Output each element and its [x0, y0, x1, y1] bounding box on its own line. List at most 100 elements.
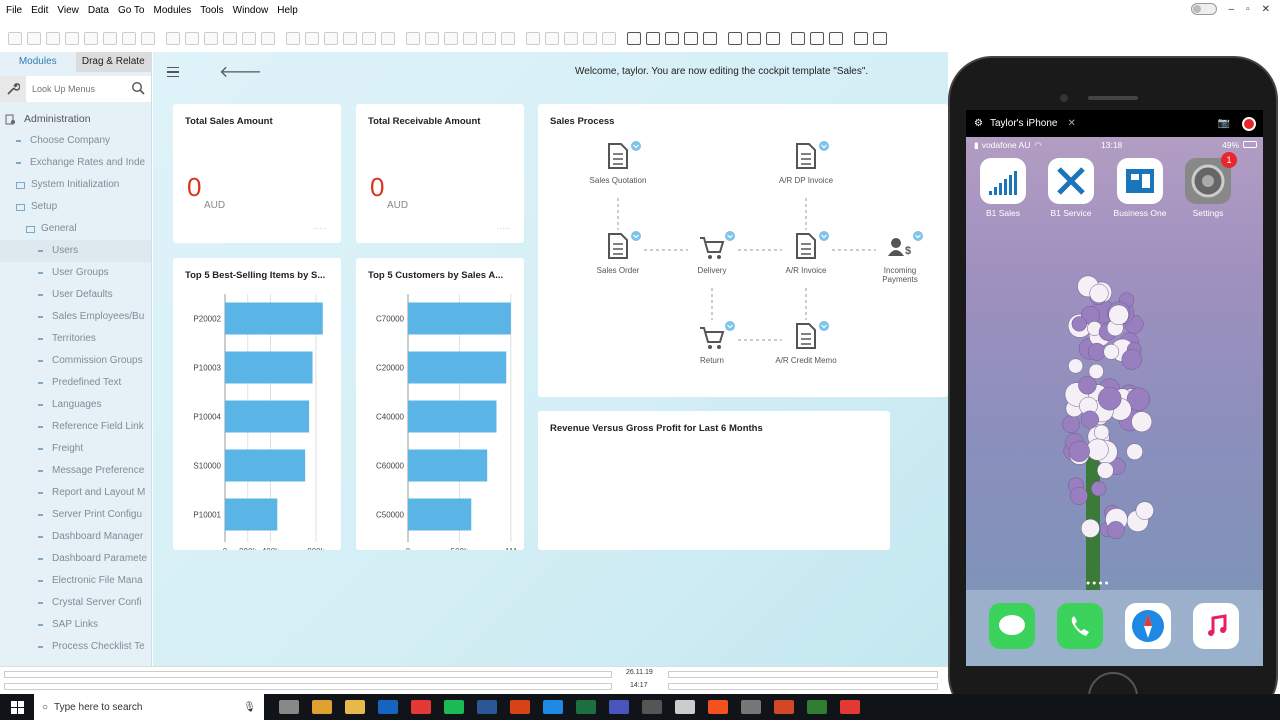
- link-icon[interactable]: [501, 31, 515, 45]
- tree-item-server-print-configu[interactable]: Server Print Configu: [0, 504, 151, 526]
- layout-icon[interactable]: [526, 31, 540, 45]
- drag-icon[interactable]: [854, 31, 868, 45]
- toggle-switch[interactable]: [1190, 3, 1217, 15]
- kpi-card-total-sales[interactable]: Total Sales Amount 0 AUD ·····: [173, 104, 341, 243]
- bar[interactable]: [408, 498, 472, 531]
- nav-first-icon[interactable]: [305, 31, 319, 45]
- move-icon[interactable]: [185, 31, 199, 45]
- chevron-down-icon[interactable]: [631, 141, 641, 151]
- calculator-icon[interactable]: [766, 31, 780, 45]
- tree-item-report-and-layout-m[interactable]: Report and Layout M: [0, 482, 151, 504]
- chevron-down-icon[interactable]: [725, 321, 735, 331]
- store-icon[interactable]: [311, 700, 332, 714]
- hamburger-menu-icon[interactable]: [167, 67, 179, 77]
- minimize-button[interactable]: –: [1229, 4, 1235, 15]
- tree-item-freight[interactable]: Freight: [0, 438, 151, 460]
- teams-icon[interactable]: [608, 700, 629, 714]
- menu-item-modules[interactable]: Modules: [153, 5, 191, 16]
- spotify-icon[interactable]: [443, 700, 464, 714]
- tree-item-process-checklist-te[interactable]: Process Checklist Te: [0, 636, 151, 658]
- tree-item-setup[interactable]: Setup: [0, 196, 151, 218]
- first-icon[interactable]: [8, 31, 22, 45]
- task-view-icon[interactable]: [278, 700, 299, 714]
- cart-icon[interactable]: [700, 327, 725, 349]
- copy-from-icon[interactable]: [646, 31, 660, 45]
- tree-item-system-initialization[interactable]: System Initialization: [0, 174, 151, 196]
- chevron-down-icon[interactable]: [819, 231, 829, 241]
- messages-icon[interactable]: [989, 603, 1035, 649]
- dollar-document-icon[interactable]: [796, 233, 816, 259]
- menu-item-go-to[interactable]: Go To: [118, 5, 145, 16]
- tree-item-languages[interactable]: Languages: [0, 394, 151, 416]
- ui-icon[interactable]: [829, 31, 843, 45]
- preview-icon[interactable]: [46, 31, 60, 45]
- dollar-document-icon[interactable]: [796, 143, 816, 169]
- record-icon[interactable]: [1242, 117, 1256, 131]
- more-dots-icon[interactable]: ·····: [497, 224, 510, 233]
- next-icon[interactable]: [242, 31, 256, 45]
- bar[interactable]: [225, 498, 278, 531]
- chrome-icon[interactable]: [410, 700, 431, 714]
- wifi-icon[interactable]: [542, 700, 563, 714]
- tree-item-reference-field-link[interactable]: Reference Field Link: [0, 416, 151, 438]
- tree-item-users[interactable]: Users: [0, 240, 151, 262]
- tree-item-sap-links[interactable]: SAP Links: [0, 614, 151, 636]
- relate-icon[interactable]: [545, 31, 559, 45]
- document-icon[interactable]: [608, 233, 628, 259]
- help-icon[interactable]: [873, 31, 887, 45]
- camtasia-icon[interactable]: [806, 700, 827, 714]
- tree-item-commission-groups[interactable]: Commission Groups: [0, 350, 151, 372]
- app-business-one[interactable]: Business One: [1110, 158, 1170, 218]
- excel-icon[interactable]: [122, 31, 136, 45]
- phone-icon[interactable]: [1057, 603, 1103, 649]
- tree-item-exchange-rates-and-inde[interactable]: Exchange Rates and Inde: [0, 152, 151, 174]
- gear-icon[interactable]: ⚙: [974, 118, 983, 129]
- more-dots-icon[interactable]: ·····: [314, 224, 327, 233]
- chevron-down-icon[interactable]: [819, 141, 829, 151]
- app-b1-service[interactable]: B1 Service: [1041, 158, 1101, 218]
- recorder-icon[interactable]: [839, 700, 860, 714]
- kpi-card-total-receivable[interactable]: Total Receivable Amount 0 AUD ·····: [356, 104, 524, 243]
- close-button[interactable]: ✕: [1262, 4, 1270, 15]
- camera-icon[interactable]: 📷: [1218, 118, 1230, 129]
- music-icon[interactable]: [674, 700, 695, 714]
- app-settings[interactable]: 1 Settings: [1178, 152, 1238, 218]
- tree-item-message-preference[interactable]: Message Preference: [0, 460, 151, 482]
- prev-icon[interactable]: [223, 31, 237, 45]
- menu-item-data[interactable]: Data: [88, 5, 109, 16]
- bar[interactable]: [408, 351, 507, 384]
- chart-icon[interactable]: [747, 31, 761, 45]
- notes-icon[interactable]: [707, 700, 728, 714]
- edit-icon[interactable]: [583, 31, 597, 45]
- tab-drag-relate[interactable]: Drag & Relate: [75, 52, 151, 72]
- tree-item-territories[interactable]: Territories: [0, 328, 151, 350]
- outlook-icon[interactable]: [377, 700, 398, 714]
- document-icon[interactable]: [608, 143, 628, 169]
- menu-item-help[interactable]: Help: [277, 5, 298, 16]
- bar[interactable]: [225, 449, 306, 482]
- alerts-icon[interactable]: [703, 31, 717, 45]
- keypad-icon[interactable]: [641, 700, 662, 714]
- cart-icon[interactable]: [700, 237, 725, 259]
- menu-item-file[interactable]: File: [6, 5, 22, 16]
- sap-icon[interactable]: [740, 700, 761, 714]
- bar[interactable]: [408, 449, 488, 482]
- fax-icon[interactable]: [103, 31, 117, 45]
- chevron-down-icon[interactable]: [819, 321, 829, 331]
- search-input[interactable]: [26, 84, 122, 94]
- nav-next-icon[interactable]: [343, 31, 357, 45]
- tree-item-crystal-server-confi[interactable]: Crystal Server Confi: [0, 592, 151, 614]
- safari-icon[interactable]: [1125, 603, 1171, 649]
- word-icon[interactable]: [141, 31, 155, 45]
- menu-item-tools[interactable]: Tools: [200, 5, 223, 16]
- tree-item-user-groups[interactable]: User Groups: [0, 262, 151, 284]
- taskbar-search[interactable]: ○ Type here to search 🎙: [34, 694, 264, 720]
- close-icon[interactable]: ✕: [1067, 118, 1075, 129]
- sort-icon[interactable]: [406, 31, 420, 45]
- tree-item-choose-company[interactable]: Choose Company: [0, 130, 151, 152]
- menu-item-edit[interactable]: Edit: [31, 5, 48, 16]
- snip-icon[interactable]: [509, 700, 530, 714]
- excel-icon[interactable]: [575, 700, 596, 714]
- filter-icon[interactable]: [204, 31, 218, 45]
- attach-icon[interactable]: [627, 31, 641, 45]
